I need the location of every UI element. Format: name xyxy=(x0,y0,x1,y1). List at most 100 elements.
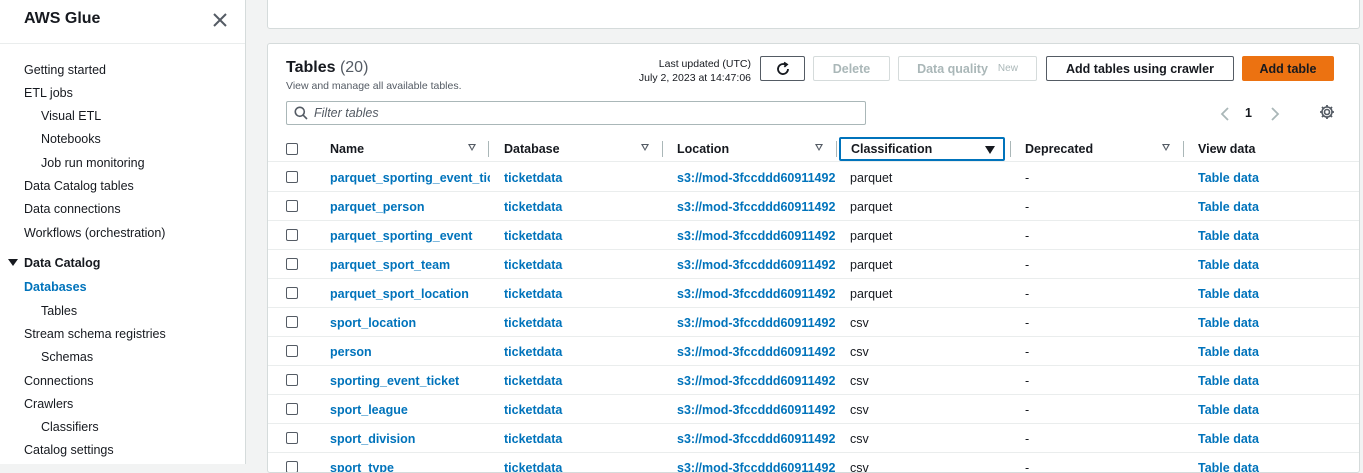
cell-view-data[interactable]: Table data xyxy=(1198,171,1318,185)
row-checkbox[interactable] xyxy=(286,316,298,328)
cell-database[interactable]: ticketdata xyxy=(504,461,654,472)
cell-database[interactable]: ticketdata xyxy=(504,171,654,185)
chevron-right-icon[interactable] xyxy=(1269,106,1281,122)
cell-deprecated: - xyxy=(1025,200,1030,214)
cell-classification: parquet xyxy=(850,171,893,185)
nav-workflows[interactable]: Workflows (orchestration) xyxy=(24,226,165,240)
nav-getting-started[interactable]: Getting started xyxy=(24,63,106,77)
cell-database[interactable]: ticketdata xyxy=(504,200,654,214)
cell-database[interactable]: ticketdata xyxy=(504,374,654,388)
cell-location[interactable]: s3://mod-3fccddd60911492 xyxy=(677,316,837,330)
cell-view-data[interactable]: Table data xyxy=(1198,432,1318,446)
row-checkbox[interactable] xyxy=(286,258,298,270)
filter-input[interactable] xyxy=(314,105,854,121)
cell-view-data[interactable]: Table data xyxy=(1198,200,1318,214)
cell-name[interactable]: parquet_sporting_event_ticket xyxy=(330,171,490,185)
cell-classification: csv xyxy=(850,461,869,473)
cell-database[interactable]: ticketdata xyxy=(504,403,654,417)
row-checkbox[interactable] xyxy=(286,171,298,183)
nav-catalog-settings[interactable]: Catalog settings xyxy=(24,443,114,457)
refresh-button[interactable] xyxy=(760,56,805,81)
cell-database[interactable]: ticketdata xyxy=(504,258,654,272)
last-updated: Last updated (UTC) July 2, 2023 at 14:47… xyxy=(639,57,751,85)
row-checkbox[interactable] xyxy=(286,345,298,357)
cell-view-data[interactable]: Table data xyxy=(1198,316,1318,330)
cell-view-data[interactable]: Table data xyxy=(1198,403,1318,417)
filter-tables[interactable] xyxy=(286,101,866,125)
cell-name[interactable]: parquet_sport_team xyxy=(330,258,490,272)
row-checkbox[interactable] xyxy=(286,200,298,212)
delete-button[interactable]: Delete xyxy=(813,56,890,81)
cell-location[interactable]: s3://mod-3fccddd60911492 xyxy=(677,258,837,272)
cell-database[interactable]: ticketdata xyxy=(504,316,654,330)
page-number[interactable]: 1 xyxy=(1245,106,1252,120)
add-table-button[interactable]: Add table xyxy=(1242,56,1334,81)
nav-etl-jobs[interactable]: ETL jobs xyxy=(24,86,73,100)
cell-database[interactable]: ticketdata xyxy=(504,229,654,243)
cell-name[interactable]: parquet_person xyxy=(330,200,490,214)
cell-location[interactable]: s3://mod-3fccddd60911492 xyxy=(677,229,837,243)
cell-name[interactable]: sport_division xyxy=(330,432,490,446)
row-checkbox[interactable] xyxy=(286,287,298,299)
column-header-name[interactable]: Name xyxy=(330,136,480,162)
nav-connections[interactable]: Connections xyxy=(24,374,94,388)
cell-view-data[interactable]: Table data xyxy=(1198,258,1318,272)
nav-tables[interactable]: Tables xyxy=(41,304,77,318)
nav-classifiers[interactable]: Classifiers xyxy=(41,420,99,434)
nav-data-connections[interactable]: Data connections xyxy=(24,202,121,216)
cell-view-data[interactable]: Table data xyxy=(1198,374,1318,388)
sidebar-title: AWS Glue xyxy=(24,10,101,27)
row-checkbox[interactable] xyxy=(286,432,298,444)
nav-stream-schema-registries[interactable]: Stream schema registries xyxy=(24,327,166,341)
cell-name[interactable]: sport_location xyxy=(330,316,490,330)
nav-schemas[interactable]: Schemas xyxy=(41,350,93,364)
cell-location[interactable]: s3://mod-3fccddd60911492 xyxy=(677,432,837,446)
row-checkbox[interactable] xyxy=(286,374,298,386)
row-checkbox[interactable] xyxy=(286,403,298,415)
cell-location[interactable]: s3://mod-3fccddd60911492 xyxy=(677,403,837,417)
cell-name[interactable]: sport_type xyxy=(330,461,490,472)
cell-classification: parquet xyxy=(850,200,893,214)
add-tables-crawler-button[interactable]: Add tables using crawler xyxy=(1046,56,1234,81)
cell-location[interactable]: s3://mod-3fccddd60911492 xyxy=(677,345,837,359)
column-header-location[interactable]: Location xyxy=(677,136,827,162)
nav-visual-etl[interactable]: Visual ETL xyxy=(41,109,101,123)
column-header-database[interactable]: Database xyxy=(504,136,654,162)
cell-view-data[interactable]: Table data xyxy=(1198,461,1318,472)
cell-database[interactable]: ticketdata xyxy=(504,345,654,359)
top-panel xyxy=(267,0,1360,29)
cell-view-data[interactable]: Table data xyxy=(1198,345,1318,359)
cell-location[interactable]: s3://mod-3fccddd60911492 xyxy=(677,171,837,185)
nav-section-data-catalog[interactable]: Data Catalog xyxy=(8,256,100,270)
nav-job-run-monitoring[interactable]: Job run monitoring xyxy=(41,156,145,170)
last-updated-value: July 2, 2023 at 14:47:06 xyxy=(638,72,751,84)
cell-name[interactable]: parquet_sport_location xyxy=(330,287,490,301)
cell-name[interactable]: person xyxy=(330,345,490,359)
select-all-checkbox[interactable] xyxy=(286,143,298,155)
cell-location[interactable]: s3://mod-3fccddd60911492 xyxy=(677,287,837,301)
cell-database[interactable]: ticketdata xyxy=(504,432,654,446)
cell-location[interactable]: s3://mod-3fccddd60911492 xyxy=(677,200,837,214)
cell-location[interactable]: s3://mod-3fccddd60911492 xyxy=(677,461,837,472)
row-checkbox[interactable] xyxy=(286,229,298,241)
cell-name[interactable]: sporting_event_ticket xyxy=(330,374,490,388)
nav-data-catalog-tables[interactable]: Data Catalog tables xyxy=(24,179,134,193)
column-header-deprecated[interactable]: Deprecated xyxy=(1025,136,1175,162)
cell-view-data[interactable]: Table data xyxy=(1198,287,1318,301)
nav-section-label: Data Catalog xyxy=(24,256,101,270)
nav-notebooks[interactable]: Notebooks xyxy=(41,132,101,146)
data-quality-button[interactable]: Data quality New xyxy=(898,56,1037,81)
cell-database[interactable]: ticketdata xyxy=(504,287,654,301)
nav-crawlers[interactable]: Crawlers xyxy=(24,397,73,411)
row-checkbox[interactable] xyxy=(286,461,298,472)
close-icon[interactable] xyxy=(211,11,229,29)
cell-name[interactable]: parquet_sporting_event xyxy=(330,229,490,243)
gear-icon[interactable] xyxy=(1319,104,1335,120)
cell-name[interactable]: sport_league xyxy=(330,403,490,417)
chevron-left-icon[interactable] xyxy=(1219,106,1231,122)
sort-icon xyxy=(815,144,823,151)
column-header-classification[interactable]: Classification xyxy=(839,137,1005,161)
nav-databases[interactable]: Databases xyxy=(24,280,87,294)
cell-location[interactable]: s3://mod-3fccddd60911492 xyxy=(677,374,837,388)
cell-view-data[interactable]: Table data xyxy=(1198,229,1318,243)
